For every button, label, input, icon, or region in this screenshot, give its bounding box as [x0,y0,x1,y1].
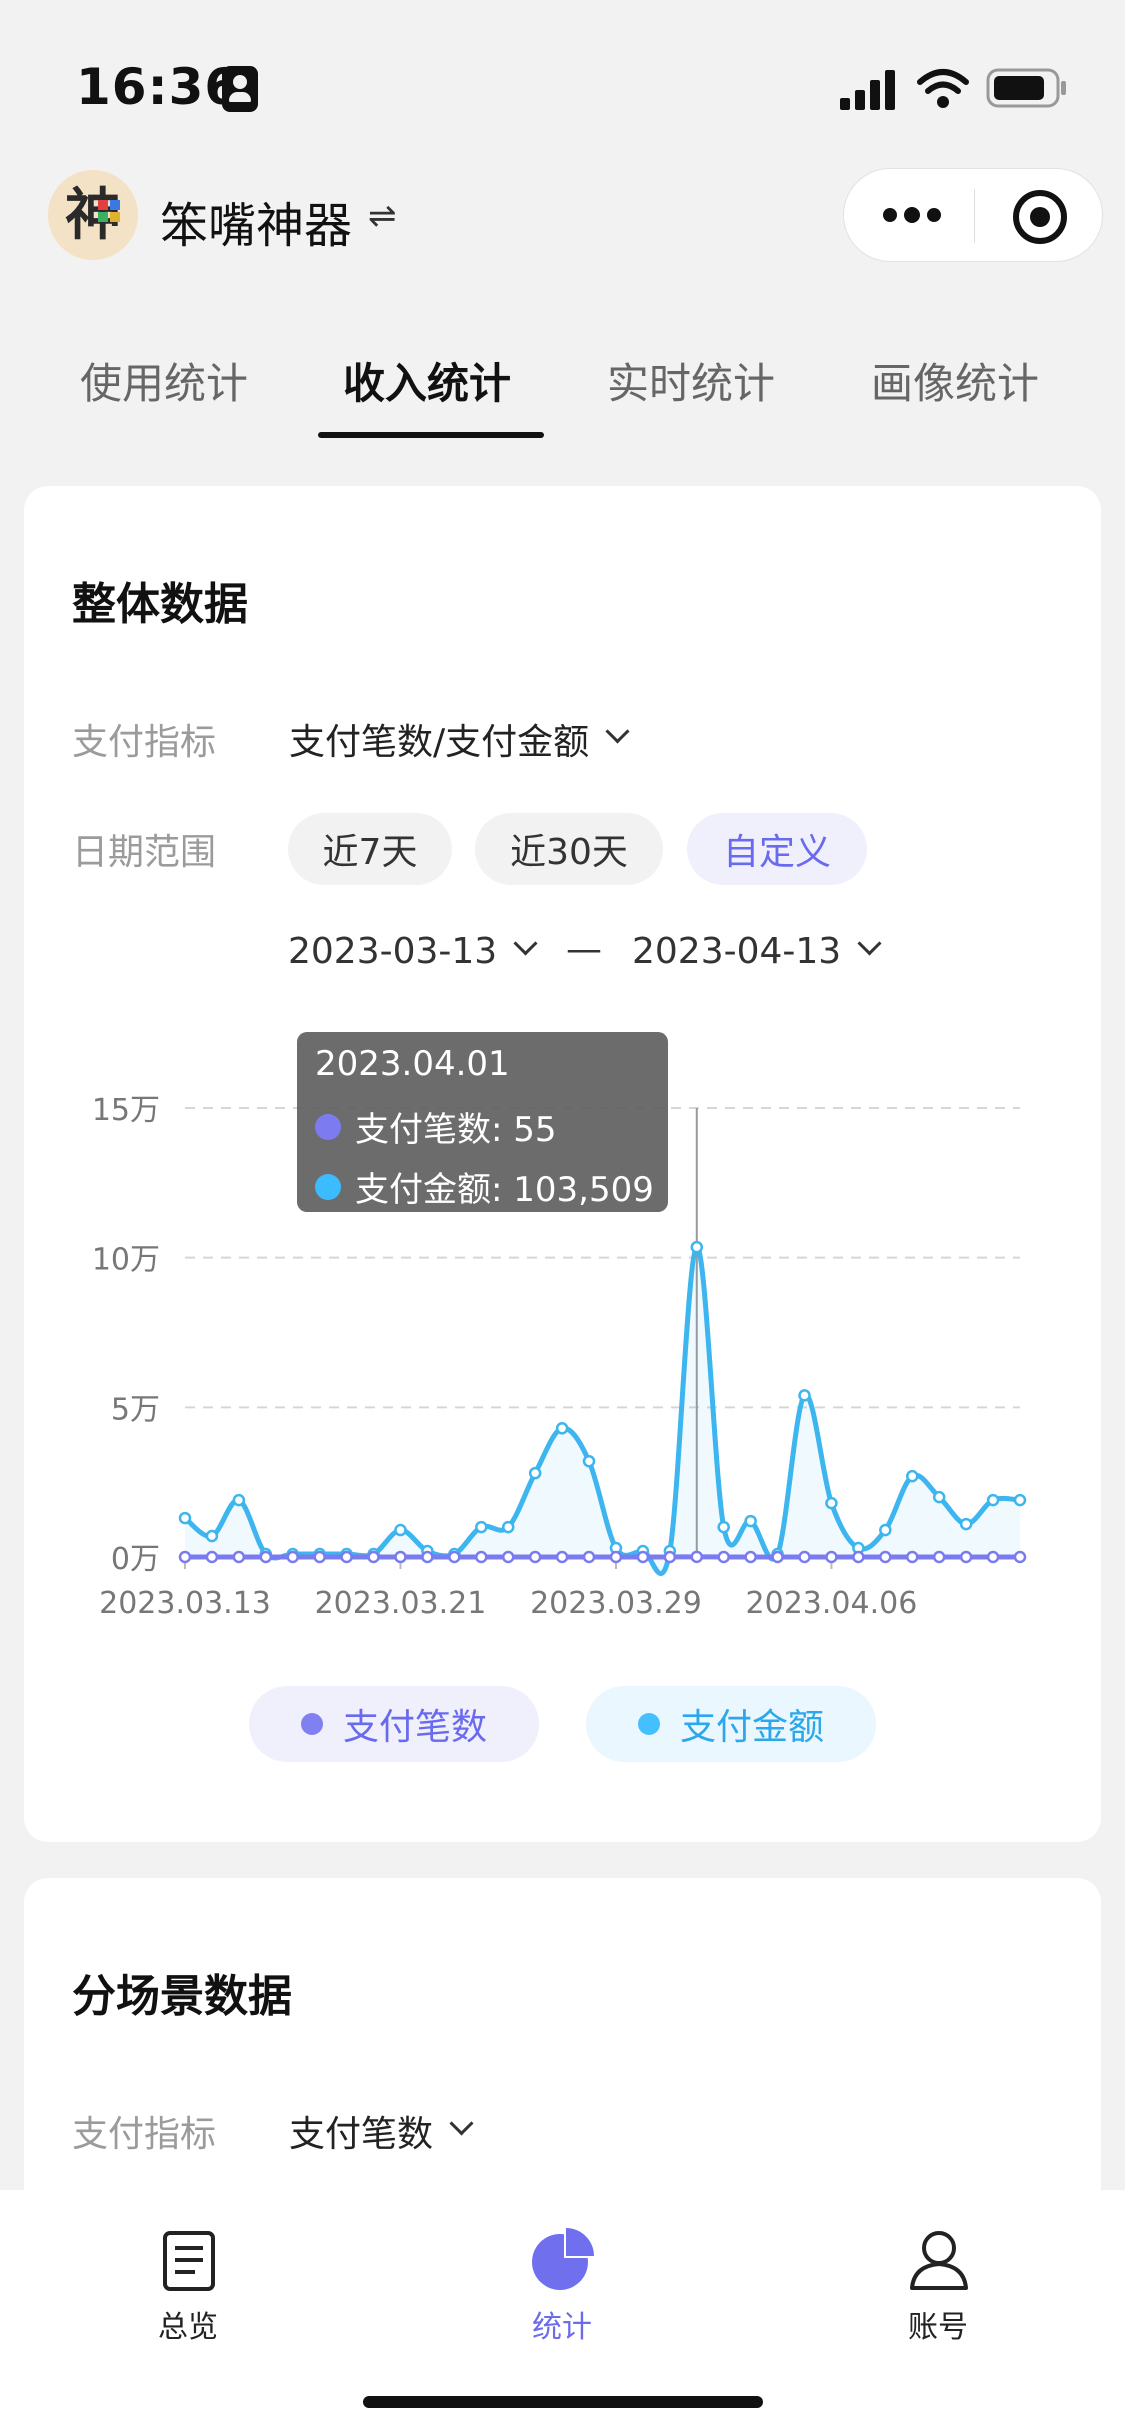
point-amount [906,1469,919,1483]
point-count [663,1550,677,1564]
point-amount [528,1466,542,1480]
point-amount [986,1493,1000,1507]
document-icon [163,2231,215,2291]
y-tick-label: 0万 [111,1542,160,1577]
point-count [178,1550,192,1564]
tooltip-date: 2023.04.01 [315,1044,510,1084]
point-count [582,1550,596,1564]
legend-payment-amount[interactable]: 支付金额 [586,1686,876,1762]
nav-overview-label: 总览 [158,2310,218,2345]
point-amount [555,1422,569,1435]
tooltip-dot-amount [315,1173,341,1200]
point-count [555,1550,569,1564]
point-amount [582,1454,596,1468]
nav-stats-label: 统计 [532,2310,592,2345]
point-amount [825,1496,838,1510]
point-count [690,1550,704,1564]
pie-chart-icon [532,2228,594,2290]
nav-account-label: 账号 [908,2310,968,2345]
point-count [798,1550,811,1564]
point-count [205,1550,219,1564]
legend-dot-amount [637,1713,660,1735]
chart-tooltip: 2023.04.01 支付笔数: 55 支付金额: 103,509 [297,1032,668,1212]
legend-amount-label: 支付金额 [679,1707,824,1748]
tooltip-count-text: 支付笔数: 55 [355,1110,557,1150]
y-tick-label: 5万 [111,1392,160,1427]
point-count [421,1550,434,1564]
point-amount [932,1490,946,1504]
scene-metric-value: 支付笔数 [289,2114,434,2155]
x-tick-label: 2023.04.06 [746,1586,918,1621]
point-count [771,1550,784,1564]
home-indicator [363,2396,763,2408]
scene-metric-dropdown[interactable]: 支付笔数 [289,2105,474,2157]
point-count [286,1550,299,1564]
point-count [528,1550,542,1564]
nav-stats[interactable]: 统计 [462,2210,662,2345]
x-tick-label: 2023.03.21 [315,1586,487,1621]
legend-count-label: 支付笔数 [342,1707,487,1748]
point-count [259,1550,273,1564]
point-count [636,1550,650,1564]
point-amount [717,1520,730,1534]
point-count [906,1550,919,1564]
y-tick-label: 15万 [92,1093,160,1128]
point-count [475,1550,488,1564]
scene-card-title: 分场景数据 [72,1971,292,2022]
point-amount [959,1517,973,1531]
point-count [501,1550,515,1564]
point-amount [1013,1493,1027,1507]
point-amount [205,1529,219,1543]
tooltip-dot-count [315,1113,341,1140]
tooltip-amount-text: 支付金额: 103,509 [355,1170,654,1210]
tooltip-row-count: 支付笔数: 55 [315,1102,557,1151]
point-count [394,1550,407,1564]
point-count [986,1550,1000,1564]
point-count [1013,1550,1027,1564]
point-count [959,1550,973,1564]
point-amount [744,1514,757,1528]
legend-dot-count [300,1713,323,1735]
point-amount [690,1240,704,1254]
point-count [744,1550,757,1564]
chevron-down-icon [449,2110,474,2136]
point-amount [475,1520,488,1534]
point-count [609,1550,623,1564]
point-count [852,1550,865,1564]
user-icon [910,2231,968,2290]
y-tick-label: 10万 [92,1243,160,1278]
point-count [313,1550,326,1564]
series-area-amount [185,1247,1020,1574]
point-count [932,1550,946,1564]
point-amount [178,1511,192,1525]
x-tick-label: 2023.03.13 [99,1586,271,1621]
tooltip-row-amount: 支付金额: 103,509 [315,1162,654,1211]
point-count [340,1550,353,1564]
point-amount [879,1523,892,1537]
point-amount [232,1493,246,1507]
point-count [367,1550,380,1564]
point-count [448,1550,461,1564]
point-amount [394,1523,407,1537]
x-tick-label: 2023.03.29 [530,1586,702,1621]
income-line-chart[interactable]: 0万 5万 10万 15万 2023.03.13 2023.03.21 2023.03.29… [0,0,1125,1700]
scene-metric-label: 支付指标 [72,2114,217,2155]
point-count [879,1550,892,1564]
legend-payment-count[interactable]: 支付笔数 [249,1686,539,1762]
nav-overview[interactable]: 总览 [88,2210,288,2345]
point-amount [798,1389,811,1402]
point-count [717,1550,730,1564]
point-count [232,1550,246,1564]
point-count [825,1550,838,1564]
point-amount [501,1520,515,1534]
nav-account[interactable]: 账号 [838,2210,1038,2345]
